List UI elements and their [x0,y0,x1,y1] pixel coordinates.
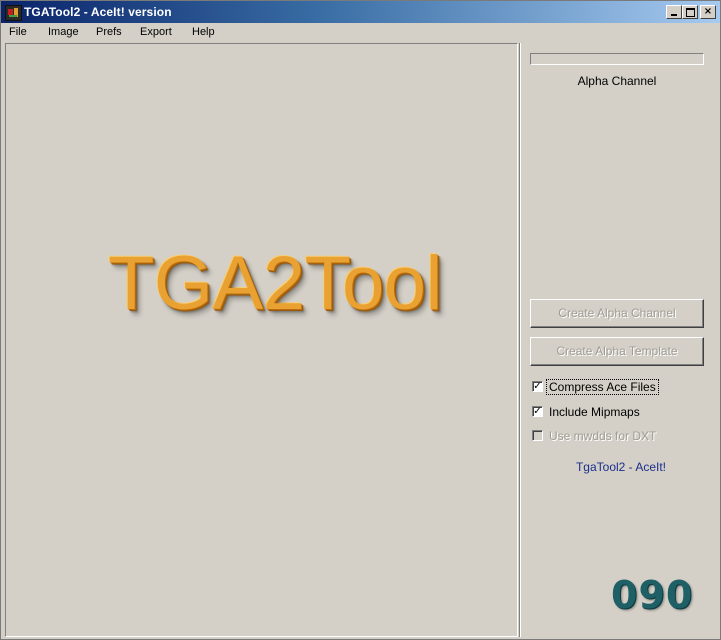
menu-bar: File Image Prefs Export Help [1,23,720,42]
include-mipmaps-label[interactable]: Include Mipmaps [547,404,642,420]
compress-ace-files-checkbox[interactable]: ✓ [532,381,543,392]
alpha-channel-label: Alpha Channel [577,74,657,88]
create-alpha-template-button[interactable]: Create Alpha Template [530,337,704,366]
create-alpha-channel-button[interactable]: Create Alpha Channel [530,299,704,328]
menu-file[interactable]: File [9,26,27,38]
use-mwdds-label[interactable]: Use mwdds for DXT [547,428,658,444]
menu-prefs[interactable]: Prefs [96,26,122,38]
title-bar[interactable]: TGATool2 - AceIt! version × [1,1,720,23]
image-preview-canvas[interactable]: TGA2Tool [5,43,518,637]
app-window: TGATool2 - AceIt! version × File Image P… [0,0,721,640]
close-button[interactable]: × [700,5,716,19]
progress-bar [530,53,704,65]
menu-export[interactable]: Export [140,26,172,38]
app-version-label: TgaTool2 - AceIt! [575,460,667,474]
use-mwdds-checkbox[interactable] [532,430,543,441]
close-icon: × [703,6,713,17]
menu-image[interactable]: Image [48,26,79,38]
logo-text: TGA2Tool [108,241,442,326]
include-mipmaps-checkbox[interactable]: ✓ [532,406,543,417]
maximize-button[interactable] [682,5,698,19]
window-title: TGATool2 - AceIt! version [24,5,172,19]
menu-help[interactable]: Help [192,26,215,38]
counter-badge: 090 [611,573,694,617]
panel-divider-highlight [520,43,521,637]
minimize-button[interactable] [666,5,682,19]
minimize-icon [671,14,677,16]
app-icon[interactable] [5,5,22,21]
compress-ace-files-label[interactable]: Compress Ace Files [546,379,659,395]
maximize-icon [686,8,695,17]
